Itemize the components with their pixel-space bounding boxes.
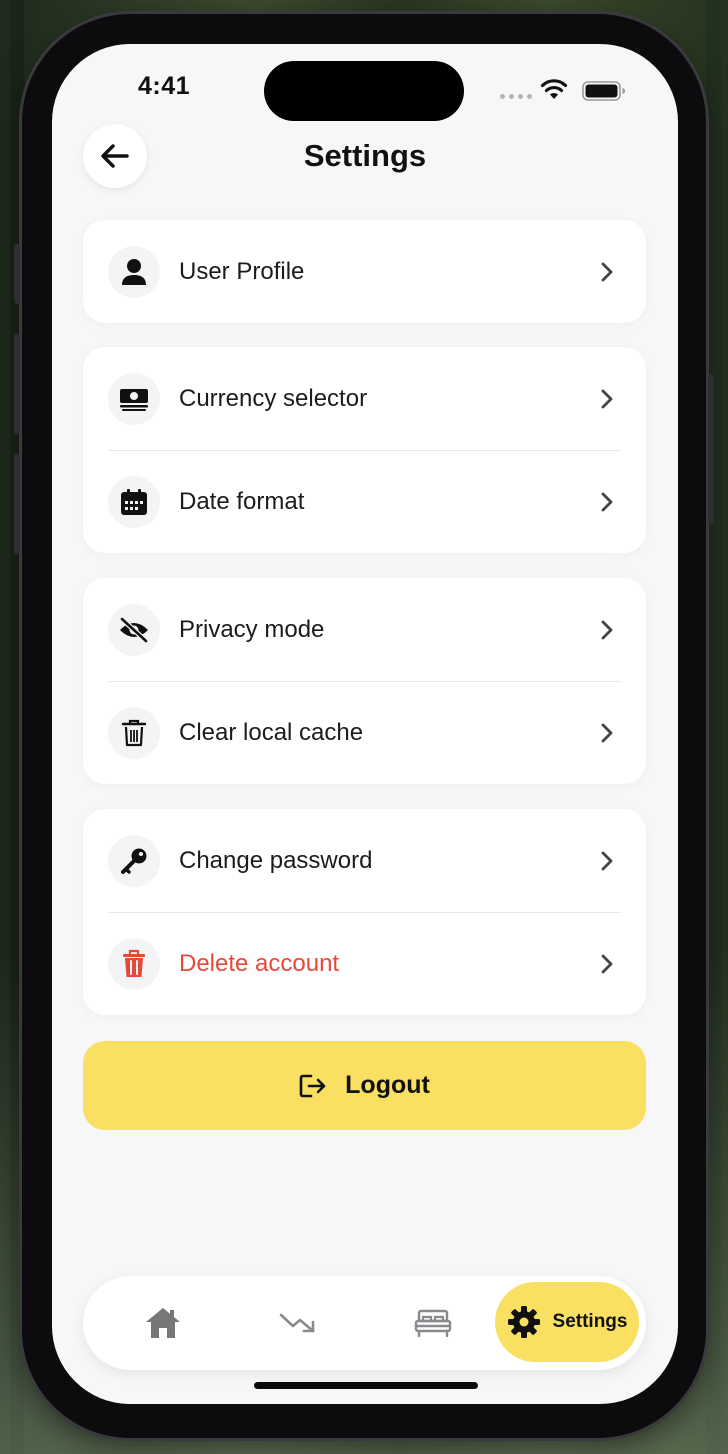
settings-item-privacy-mode[interactable]: Privacy mode bbox=[83, 578, 646, 681]
settings-item-label: User Profile bbox=[179, 257, 305, 285]
home-icon bbox=[146, 1308, 180, 1338]
user-icon bbox=[108, 245, 160, 298]
battery-icon bbox=[582, 81, 625, 101]
tab-bar: Settings bbox=[83, 1276, 646, 1370]
tab-home[interactable] bbox=[113, 1276, 213, 1370]
signal-icon bbox=[500, 94, 532, 99]
settings-group-preferences: Currency selector Date format bbox=[83, 347, 646, 553]
trash-icon bbox=[108, 937, 160, 990]
chevron-right-icon bbox=[600, 388, 614, 410]
chevron-right-icon bbox=[600, 722, 614, 744]
key-icon bbox=[108, 834, 160, 887]
chevron-right-icon bbox=[600, 261, 614, 283]
gear-icon bbox=[507, 1306, 540, 1338]
settings-item-label: Change password bbox=[179, 846, 373, 874]
chevron-right-icon bbox=[600, 953, 614, 975]
tab-expenses[interactable] bbox=[248, 1276, 348, 1370]
settings-item-label: Currency selector bbox=[179, 384, 368, 412]
settings-item-label: Date format bbox=[179, 487, 305, 515]
page-title: Settings bbox=[303, 138, 427, 173]
screen: 4:41 Settings User Profile Currency sele… bbox=[52, 44, 678, 1404]
logout-icon bbox=[299, 1074, 326, 1097]
settings-item-date-format[interactable]: Date format bbox=[83, 450, 646, 553]
trash-icon bbox=[108, 706, 160, 759]
tab-accommodation[interactable] bbox=[383, 1276, 483, 1370]
chevron-right-icon bbox=[600, 619, 614, 641]
logout-button[interactable]: Logout bbox=[83, 1041, 646, 1130]
wifi-icon bbox=[540, 79, 568, 99]
chevron-right-icon bbox=[600, 491, 614, 513]
dynamic-island bbox=[264, 61, 464, 121]
home-indicator bbox=[254, 1382, 478, 1389]
silent-switch bbox=[14, 244, 20, 304]
settings-group-account: User Profile bbox=[83, 220, 646, 323]
settings-item-delete-account[interactable]: Delete account bbox=[83, 912, 646, 1015]
tab-settings-label: Settings bbox=[552, 1311, 628, 1332]
bed-icon bbox=[414, 1309, 452, 1338]
settings-group-security: Change password Delete account bbox=[83, 809, 646, 1015]
trend-down-icon bbox=[279, 1313, 315, 1333]
settings-item-label: Privacy mode bbox=[179, 615, 325, 643]
tab-settings[interactable]: Settings bbox=[495, 1282, 639, 1362]
chevron-right-icon bbox=[600, 850, 614, 872]
settings-item-label: Delete account bbox=[179, 949, 340, 977]
power-button bbox=[708, 374, 714, 524]
settings-item-label: Clear local cache bbox=[179, 718, 364, 746]
settings-group-data: Privacy mode Clear local cache bbox=[83, 578, 646, 784]
settings-item-user-profile[interactable]: User Profile bbox=[83, 220, 646, 323]
settings-item-change-password[interactable]: Change password bbox=[83, 809, 646, 912]
money-icon bbox=[108, 372, 160, 425]
settings-item-currency-selector[interactable]: Currency selector bbox=[83, 347, 646, 450]
eye-slash-icon bbox=[108, 603, 160, 656]
status-time: 4:41 bbox=[138, 72, 191, 100]
settings-item-clear-local-cache[interactable]: Clear local cache bbox=[83, 681, 646, 784]
volume-up-button bbox=[14, 334, 20, 434]
calendar-icon bbox=[108, 475, 160, 528]
logout-label: Logout bbox=[345, 1071, 430, 1099]
volume-down-button bbox=[14, 454, 20, 554]
